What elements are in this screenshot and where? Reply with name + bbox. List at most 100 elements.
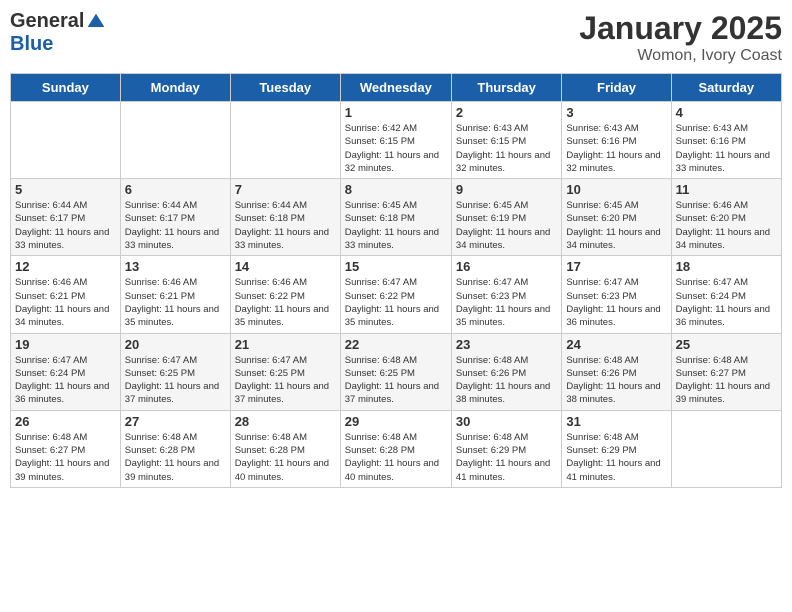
- day-cell: 30 Sunrise: 6:48 AM Sunset: 6:29 PM Dayli…: [451, 410, 561, 487]
- day-number: 7: [235, 182, 336, 197]
- day-info: Sunrise: 6:47 AM Sunset: 6:23 PM Dayligh…: [456, 276, 557, 329]
- day-info: Sunrise: 6:47 AM Sunset: 6:23 PM Dayligh…: [566, 276, 666, 329]
- week-row-4: 19 Sunrise: 6:47 AM Sunset: 6:24 PM Dayli…: [11, 333, 782, 410]
- main-title: January 2025: [579, 10, 782, 47]
- logo-icon: [86, 12, 106, 32]
- day-number: 13: [125, 259, 226, 274]
- day-info: Sunrise: 6:48 AM Sunset: 6:27 PM Dayligh…: [676, 354, 777, 407]
- day-header-tuesday: Tuesday: [230, 74, 340, 102]
- day-cell: 14 Sunrise: 6:46 AM Sunset: 6:22 PM Dayli…: [230, 256, 340, 333]
- day-header-sunday: Sunday: [11, 74, 121, 102]
- day-info: Sunrise: 6:42 AM Sunset: 6:15 PM Dayligh…: [345, 122, 447, 175]
- day-number: 10: [566, 182, 666, 197]
- day-number: 25: [676, 337, 777, 352]
- day-number: 26: [15, 414, 116, 429]
- day-number: 4: [676, 105, 777, 120]
- page: General Blue January 2025 Womon, Ivory C…: [0, 0, 792, 612]
- day-number: 1: [345, 105, 447, 120]
- day-number: 11: [676, 182, 777, 197]
- day-header-thursday: Thursday: [451, 74, 561, 102]
- day-info: Sunrise: 6:48 AM Sunset: 6:26 PM Dayligh…: [566, 354, 666, 407]
- day-cell: 31 Sunrise: 6:48 AM Sunset: 6:29 PM Dayli…: [562, 410, 671, 487]
- day-number: 18: [676, 259, 777, 274]
- day-info: Sunrise: 6:44 AM Sunset: 6:17 PM Dayligh…: [15, 199, 116, 252]
- day-number: 12: [15, 259, 116, 274]
- day-info: Sunrise: 6:46 AM Sunset: 6:21 PM Dayligh…: [15, 276, 116, 329]
- day-cell: 19 Sunrise: 6:47 AM Sunset: 6:24 PM Dayli…: [11, 333, 121, 410]
- day-info: Sunrise: 6:48 AM Sunset: 6:28 PM Dayligh…: [125, 431, 226, 484]
- day-cell: 1 Sunrise: 6:42 AM Sunset: 6:15 PM Daylig…: [340, 102, 451, 179]
- day-cell: 22Sunrise: 6:48 AM Sunset: 6:25 PM Dayli…: [340, 333, 451, 410]
- day-cell: 24 Sunrise: 6:48 AM Sunset: 6:26 PM Dayli…: [562, 333, 671, 410]
- day-number: 30: [456, 414, 557, 429]
- day-number: 16: [456, 259, 557, 274]
- day-info: Sunrise: 6:48 AM Sunset: 6:28 PM Dayligh…: [345, 431, 447, 484]
- day-info: Sunrise: 6:44 AM Sunset: 6:17 PM Dayligh…: [125, 199, 226, 252]
- day-info: Sunrise: 6:43 AM Sunset: 6:16 PM Dayligh…: [566, 122, 666, 175]
- day-cell: 6Sunrise: 6:44 AM Sunset: 6:17 PM Daylig…: [120, 179, 230, 256]
- day-number: 5: [15, 182, 116, 197]
- days-header-row: SundayMondayTuesdayWednesdayThursdayFrid…: [11, 74, 782, 102]
- day-number: 24: [566, 337, 666, 352]
- logo: General Blue: [10, 10, 106, 56]
- day-info: Sunrise: 6:46 AM Sunset: 6:22 PM Dayligh…: [235, 276, 336, 329]
- week-row-5: 26 Sunrise: 6:48 AM Sunset: 6:27 PM Dayli…: [11, 410, 782, 487]
- calendar: SundayMondayTuesdayWednesdayThursdayFrid…: [10, 73, 782, 488]
- title-block: January 2025 Womon, Ivory Coast: [579, 10, 782, 65]
- day-info: Sunrise: 6:45 AM Sunset: 6:18 PM Dayligh…: [345, 199, 447, 252]
- day-cell: 2Sunrise: 6:43 AM Sunset: 6:15 PM Daylig…: [451, 102, 561, 179]
- day-number: 21: [235, 337, 336, 352]
- day-info: Sunrise: 6:47 AM Sunset: 6:25 PM Dayligh…: [125, 354, 226, 407]
- logo-general-text: General: [10, 10, 84, 33]
- day-number: 14: [235, 259, 336, 274]
- day-cell: 26 Sunrise: 6:48 AM Sunset: 6:27 PM Dayli…: [11, 410, 121, 487]
- day-cell: 15Sunrise: 6:47 AM Sunset: 6:22 PM Dayli…: [340, 256, 451, 333]
- day-cell: 21Sunrise: 6:47 AM Sunset: 6:25 PM Dayli…: [230, 333, 340, 410]
- day-info: Sunrise: 6:48 AM Sunset: 6:26 PM Dayligh…: [456, 354, 557, 407]
- day-cell: 12 Sunrise: 6:46 AM Sunset: 6:21 PM Dayli…: [11, 256, 121, 333]
- day-cell: 29 Sunrise: 6:48 AM Sunset: 6:28 PM Dayli…: [340, 410, 451, 487]
- day-info: Sunrise: 6:45 AM Sunset: 6:20 PM Dayligh…: [566, 199, 666, 252]
- day-cell: 10 Sunrise: 6:45 AM Sunset: 6:20 PM Dayli…: [562, 179, 671, 256]
- day-number: 28: [235, 414, 336, 429]
- day-info: Sunrise: 6:48 AM Sunset: 6:28 PM Dayligh…: [235, 431, 336, 484]
- week-row-2: 5 Sunrise: 6:44 AM Sunset: 6:17 PM Daylig…: [11, 179, 782, 256]
- day-cell: 9 Sunrise: 6:45 AM Sunset: 6:19 PM Daylig…: [451, 179, 561, 256]
- day-cell: 25 Sunrise: 6:48 AM Sunset: 6:27 PM Dayli…: [671, 333, 781, 410]
- day-number: 22: [345, 337, 447, 352]
- day-info: Sunrise: 6:46 AM Sunset: 6:20 PM Dayligh…: [676, 199, 777, 252]
- day-info: Sunrise: 6:48 AM Sunset: 6:29 PM Dayligh…: [566, 431, 666, 484]
- day-info: Sunrise: 6:48 AM Sunset: 6:27 PM Dayligh…: [15, 431, 116, 484]
- day-cell: 13 Sunrise: 6:46 AM Sunset: 6:21 PM Dayli…: [120, 256, 230, 333]
- day-cell: [11, 102, 121, 179]
- day-info: Sunrise: 6:47 AM Sunset: 6:24 PM Dayligh…: [15, 354, 116, 407]
- day-cell: 7Sunrise: 6:44 AM Sunset: 6:18 PM Daylig…: [230, 179, 340, 256]
- day-number: 20: [125, 337, 226, 352]
- subtitle: Womon, Ivory Coast: [579, 47, 782, 65]
- day-cell: [230, 102, 340, 179]
- day-header-monday: Monday: [120, 74, 230, 102]
- day-number: 8: [345, 182, 447, 197]
- day-number: 23: [456, 337, 557, 352]
- day-info: Sunrise: 6:45 AM Sunset: 6:19 PM Dayligh…: [456, 199, 557, 252]
- day-cell: 17 Sunrise: 6:47 AM Sunset: 6:23 PM Dayli…: [562, 256, 671, 333]
- day-header-saturday: Saturday: [671, 74, 781, 102]
- day-number: 31: [566, 414, 666, 429]
- day-info: Sunrise: 6:43 AM Sunset: 6:15 PM Dayligh…: [456, 122, 557, 175]
- day-number: 9: [456, 182, 557, 197]
- day-info: Sunrise: 6:48 AM Sunset: 6:29 PM Dayligh…: [456, 431, 557, 484]
- day-cell: 4Sunrise: 6:43 AM Sunset: 6:16 PM Daylig…: [671, 102, 781, 179]
- day-number: 15: [345, 259, 447, 274]
- day-number: 29: [345, 414, 447, 429]
- day-info: Sunrise: 6:46 AM Sunset: 6:21 PM Dayligh…: [125, 276, 226, 329]
- logo-blue-text: Blue: [10, 33, 53, 55]
- day-number: 19: [15, 337, 116, 352]
- day-cell: 5 Sunrise: 6:44 AM Sunset: 6:17 PM Daylig…: [11, 179, 121, 256]
- day-number: 17: [566, 259, 666, 274]
- day-cell: 20 Sunrise: 6:47 AM Sunset: 6:25 PM Dayli…: [120, 333, 230, 410]
- header: General Blue January 2025 Womon, Ivory C…: [10, 10, 782, 65]
- day-number: 3: [566, 105, 666, 120]
- day-header-wednesday: Wednesday: [340, 74, 451, 102]
- day-cell: 3 Sunrise: 6:43 AM Sunset: 6:16 PM Daylig…: [562, 102, 671, 179]
- day-info: Sunrise: 6:47 AM Sunset: 6:24 PM Dayligh…: [676, 276, 777, 329]
